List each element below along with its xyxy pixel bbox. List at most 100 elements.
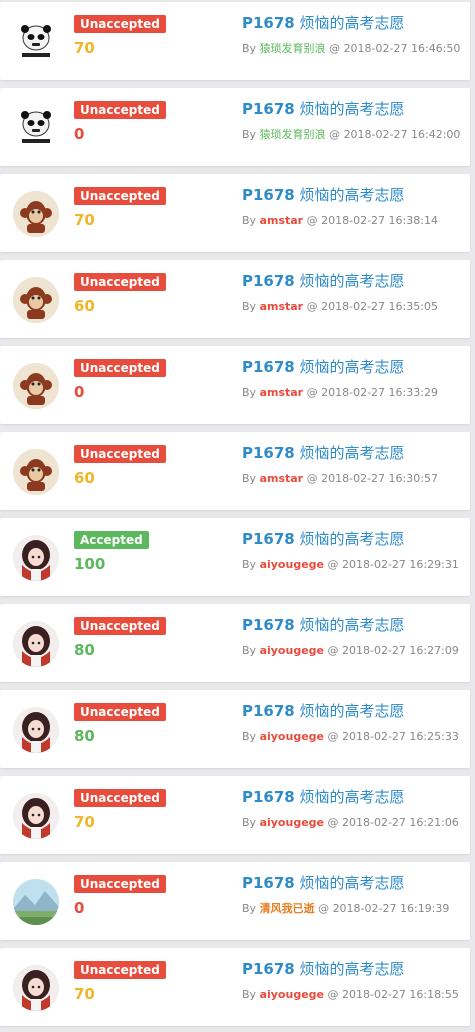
status-badge[interactable]: Unaccepted: [74, 15, 166, 33]
submission-meta: By aiyougege @ 2018-02-27 16:25:33: [242, 729, 459, 745]
user-link[interactable]: aiyougege: [260, 558, 324, 571]
score-value: 0: [74, 899, 85, 917]
status-badge[interactable]: Unaccepted: [74, 703, 166, 721]
status-badge[interactable]: Unaccepted: [74, 273, 166, 291]
anime-girl-avatar[interactable]: [13, 707, 59, 753]
score-value: 100: [74, 555, 106, 573]
user-link[interactable]: 猿琐发育别浪: [260, 42, 326, 55]
problem-link[interactable]: P1678 烦恼的高考志愿: [242, 958, 405, 980]
user-link[interactable]: 猿琐发育别浪: [260, 128, 326, 141]
problem-link[interactable]: P1678 烦恼的高考志愿: [242, 786, 405, 808]
submission-meta: By amstar @ 2018-02-27 16:38:14: [242, 213, 438, 229]
user-link[interactable]: aiyougege: [260, 730, 324, 743]
problem-title[interactable]: 烦恼的高考志愿: [300, 272, 405, 290]
status-badge[interactable]: Unaccepted: [74, 875, 166, 893]
submission-card: Unaccepted 70 P1678 烦恼的高考志愿 By 猿琐发育别浪 @ …: [0, 2, 470, 80]
landscape-avatar[interactable]: [13, 879, 59, 925]
status-badge[interactable]: Unaccepted: [74, 789, 166, 807]
problem-id[interactable]: P1678: [242, 14, 295, 32]
problem-id[interactable]: P1678: [242, 788, 295, 806]
problem-id[interactable]: P1678: [242, 100, 295, 118]
user-link[interactable]: aiyougege: [260, 644, 324, 657]
submit-time: 2018-02-27 16:38:14: [321, 214, 438, 227]
status-badge[interactable]: Unaccepted: [74, 101, 166, 119]
problem-title[interactable]: 烦恼的高考志愿: [300, 874, 405, 892]
submission-meta: By amstar @ 2018-02-27 16:33:29: [242, 385, 438, 401]
user-link[interactable]: amstar: [260, 386, 304, 399]
monkey-avatar[interactable]: [13, 363, 59, 409]
problem-id[interactable]: P1678: [242, 358, 295, 376]
at-label: @: [327, 988, 339, 1001]
problem-link[interactable]: P1678 烦恼的高考志愿: [242, 528, 405, 550]
problem-title[interactable]: 烦恼的高考志愿: [300, 444, 405, 462]
problem-title[interactable]: 烦恼的高考志愿: [300, 100, 405, 118]
status-badge[interactable]: Unaccepted: [74, 359, 166, 377]
problem-id[interactable]: P1678: [242, 960, 295, 978]
problem-title[interactable]: 烦恼的高考志愿: [300, 186, 405, 204]
user-link[interactable]: 清风我已逝: [260, 902, 315, 915]
problem-link[interactable]: P1678 烦恼的高考志愿: [242, 98, 405, 120]
panda-meme-avatar[interactable]: [13, 19, 59, 65]
user-link[interactable]: aiyougege: [260, 816, 324, 829]
problem-title[interactable]: 烦恼的高考志愿: [300, 616, 405, 634]
score-value: 60: [74, 469, 95, 487]
anime-girl-avatar[interactable]: [13, 793, 59, 839]
problem-id[interactable]: P1678: [242, 874, 295, 892]
at-label: @: [318, 902, 330, 915]
submit-time: 2018-02-27 16:30:57: [321, 472, 438, 485]
monkey-avatar[interactable]: [13, 449, 59, 495]
submission-meta: By aiyougege @ 2018-02-27 16:29:31: [242, 557, 459, 573]
submit-time: 2018-02-27 16:42:00: [343, 128, 461, 141]
submission-list: Unaccepted 70 P1678 烦恼的高考志愿 By 猿琐发育别浪 @ …: [0, 0, 475, 1032]
problem-title[interactable]: 烦恼的高考志愿: [300, 960, 405, 978]
submit-time: 2018-02-27 16:25:33: [341, 730, 459, 743]
submission-card: Unaccepted 70 P1678 烦恼的高考志愿 By aiyougege…: [0, 776, 470, 854]
problem-link[interactable]: P1678 烦恼的高考志愿: [242, 700, 405, 722]
submission-card: Unaccepted 0 P1678 烦恼的高考志愿 By 猿琐发育别浪 @ 2…: [0, 88, 470, 166]
monkey-avatar[interactable]: [13, 191, 59, 237]
submit-time: 2018-02-27 16:27:09: [341, 644, 459, 657]
status-badge[interactable]: Unaccepted: [74, 961, 166, 979]
problem-id[interactable]: P1678: [242, 616, 295, 634]
at-label: @: [327, 730, 339, 743]
problem-id[interactable]: P1678: [242, 702, 295, 720]
submission-card: Unaccepted 80 P1678 烦恼的高考志愿 By aiyougege…: [0, 690, 470, 768]
problem-link[interactable]: P1678 烦恼的高考志愿: [242, 12, 405, 34]
problem-id[interactable]: P1678: [242, 186, 295, 204]
user-link[interactable]: amstar: [260, 472, 304, 485]
submission-meta: By 清风我已逝 @ 2018-02-27 16:19:39: [242, 901, 449, 917]
status-badge[interactable]: Accepted: [74, 531, 149, 549]
problem-title[interactable]: 烦恼的高考志愿: [300, 788, 405, 806]
status-badge[interactable]: Unaccepted: [74, 617, 166, 635]
monkey-avatar[interactable]: [13, 277, 59, 323]
anime-girl-avatar[interactable]: [13, 621, 59, 667]
user-link[interactable]: amstar: [260, 300, 304, 313]
problem-title[interactable]: 烦恼的高考志愿: [300, 358, 405, 376]
by-label: By: [242, 730, 257, 743]
problem-link[interactable]: P1678 烦恼的高考志愿: [242, 270, 405, 292]
problem-link[interactable]: P1678 烦恼的高考志愿: [242, 184, 405, 206]
problem-id[interactable]: P1678: [242, 530, 295, 548]
user-link[interactable]: aiyougege: [260, 988, 324, 1001]
problem-link[interactable]: P1678 烦恼的高考志愿: [242, 356, 405, 378]
status-badge[interactable]: Unaccepted: [74, 445, 166, 463]
problem-title[interactable]: 烦恼的高考志愿: [300, 702, 405, 720]
problem-link[interactable]: P1678 烦恼的高考志愿: [242, 442, 405, 464]
anime-girl-avatar[interactable]: [13, 535, 59, 581]
status-badge[interactable]: Unaccepted: [74, 187, 166, 205]
problem-id[interactable]: P1678: [242, 272, 295, 290]
user-link[interactable]: amstar: [260, 214, 304, 227]
anime-girl-avatar[interactable]: [13, 965, 59, 1011]
problem-title[interactable]: 烦恼的高考志愿: [300, 530, 405, 548]
at-label: @: [329, 128, 341, 141]
submission-card: Unaccepted 80 P1678 烦恼的高考志愿 By aiyougege…: [0, 604, 470, 682]
submission-meta: By aiyougege @ 2018-02-27 16:21:06: [242, 815, 459, 831]
by-label: By: [242, 558, 257, 571]
problem-title[interactable]: 烦恼的高考志愿: [300, 14, 405, 32]
problem-id[interactable]: P1678: [242, 444, 295, 462]
problem-link[interactable]: P1678 烦恼的高考志愿: [242, 614, 405, 636]
panda-meme-avatar[interactable]: [13, 105, 59, 151]
problem-link[interactable]: P1678 烦恼的高考志愿: [242, 872, 405, 894]
by-label: By: [242, 386, 257, 399]
submission-meta: By 猿琐发育别浪 @ 2018-02-27 16:46:50: [242, 41, 460, 57]
